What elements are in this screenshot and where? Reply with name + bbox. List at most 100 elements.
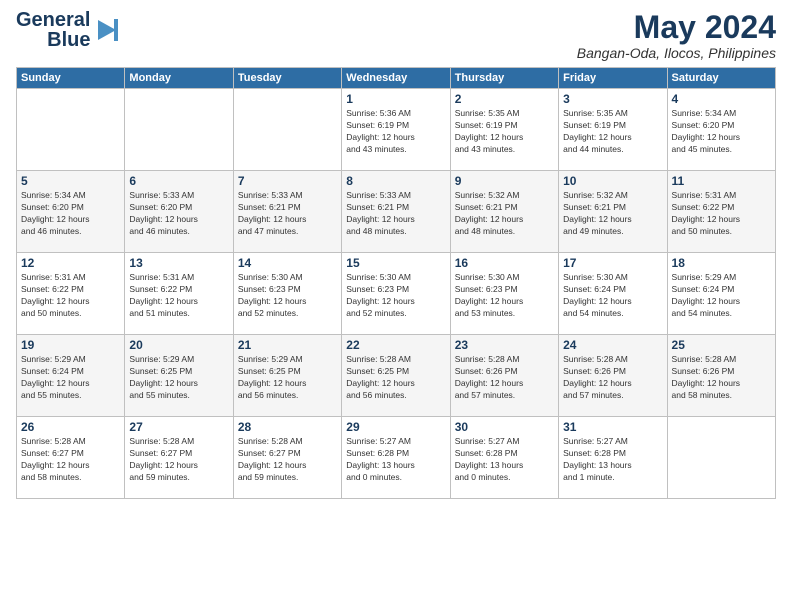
day-info: Sunrise: 5:27 AMSunset: 6:28 PMDaylight:… (346, 436, 445, 484)
day-number: 29 (346, 420, 445, 434)
day-info: Sunrise: 5:28 AMSunset: 6:27 PMDaylight:… (129, 436, 228, 484)
calendar-week-5: 26 Sunrise: 5:28 AMSunset: 6:27 PMDayligh… (17, 417, 776, 499)
logo-icon (92, 16, 120, 44)
calendar-cell: 10 Sunrise: 5:32 AMSunset: 6:21 PMDayligh… (559, 171, 667, 253)
location: Bangan-Oda, Ilocos, Philippines (577, 45, 776, 61)
logo-text-general: General (16, 10, 90, 30)
calendar-cell: 4 Sunrise: 5:34 AMSunset: 6:20 PMDaylight… (667, 89, 775, 171)
calendar-cell: 3Sunrise: 5:35 AMSunset: 6:19 PMDaylight… (559, 89, 667, 171)
logo-text-blue: Blue (47, 30, 90, 50)
calendar-cell (17, 89, 125, 171)
day-number: 10 (563, 174, 662, 188)
col-thursday: Thursday (450, 68, 558, 89)
calendar-page: General Blue May 2024 Bangan-Oda, Ilocos… (0, 0, 792, 509)
day-info: Sunrise: 5:28 AMSunset: 6:25 PMDaylight:… (346, 354, 445, 402)
day-info: Sunrise: 5:27 AMSunset: 6:28 PMDaylight:… (455, 436, 554, 484)
calendar-cell: 15 Sunrise: 5:30 AMSunset: 6:23 PMDayligh… (342, 253, 450, 335)
col-friday: Friday (559, 68, 667, 89)
day-info: Sunrise: 5:28 AMSunset: 6:26 PMDaylight:… (455, 354, 554, 402)
calendar-table: Sunday Monday Tuesday Wednesday Thursday… (16, 67, 776, 499)
col-sunday: Sunday (17, 68, 125, 89)
calendar-cell: 20 Sunrise: 5:29 AMSunset: 6:25 PMDayligh… (125, 335, 233, 417)
calendar-header-row: Sunday Monday Tuesday Wednesday Thursday… (17, 68, 776, 89)
day-info: Sunrise: 5:29 AMSunset: 6:24 PMDaylight:… (21, 354, 120, 402)
calendar-cell: 21Sunrise: 5:29 AMSunset: 6:25 PMDayligh… (233, 335, 341, 417)
day-info: Sunrise: 5:30 AMSunset: 6:23 PMDaylight:… (455, 272, 554, 320)
day-number: 8 (346, 174, 445, 188)
day-number: 17 (563, 256, 662, 270)
day-number: 5 (21, 174, 120, 188)
day-number: 20 (129, 338, 228, 352)
day-number: 1 (346, 92, 445, 106)
title-block: May 2024 Bangan-Oda, Ilocos, Philippines (577, 10, 776, 61)
calendar-cell: 9 Sunrise: 5:32 AMSunset: 6:21 PMDaylight… (450, 171, 558, 253)
day-number: 9 (455, 174, 554, 188)
calendar-cell (125, 89, 233, 171)
calendar-cell: 1 Sunrise: 5:36 AMSunset: 6:19 PMDaylight… (342, 89, 450, 171)
day-info: Sunrise: 5:34 AMSunset: 6:20 PMDaylight:… (672, 108, 771, 156)
month-title: May 2024 (577, 10, 776, 45)
day-number: 2 (455, 92, 554, 106)
calendar-cell: 5 Sunrise: 5:34 AMSunset: 6:20 PMDaylight… (17, 171, 125, 253)
day-number: 31 (563, 420, 662, 434)
day-number: 19 (21, 338, 120, 352)
day-info: Sunrise: 5:30 AMSunset: 6:24 PMDaylight:… (563, 272, 662, 320)
calendar-cell: 11Sunrise: 5:31 AMSunset: 6:22 PMDayligh… (667, 171, 775, 253)
calendar-cell: 24 Sunrise: 5:28 AMSunset: 6:26 PMDayligh… (559, 335, 667, 417)
day-number: 15 (346, 256, 445, 270)
day-info: Sunrise: 5:30 AMSunset: 6:23 PMDaylight:… (238, 272, 337, 320)
calendar-cell: 29 Sunrise: 5:27 AMSunset: 6:28 PMDayligh… (342, 417, 450, 499)
calendar-cell: 28Sunrise: 5:28 AMSunset: 6:27 PMDayligh… (233, 417, 341, 499)
day-number: 27 (129, 420, 228, 434)
calendar-week-1: 1 Sunrise: 5:36 AMSunset: 6:19 PMDaylight… (17, 89, 776, 171)
calendar-cell: 12Sunrise: 5:31 AMSunset: 6:22 PMDayligh… (17, 253, 125, 335)
day-info: Sunrise: 5:28 AMSunset: 6:26 PMDaylight:… (672, 354, 771, 402)
day-number: 18 (672, 256, 771, 270)
calendar-cell: 31Sunrise: 5:27 AMSunset: 6:28 PMDayligh… (559, 417, 667, 499)
day-info: Sunrise: 5:32 AMSunset: 6:21 PMDaylight:… (563, 190, 662, 238)
day-info: Sunrise: 5:31 AMSunset: 6:22 PMDaylight:… (129, 272, 228, 320)
day-number: 25 (672, 338, 771, 352)
day-number: 11 (672, 174, 771, 188)
day-info: Sunrise: 5:33 AMSunset: 6:21 PMDaylight:… (346, 190, 445, 238)
calendar-cell: 18 Sunrise: 5:29 AMSunset: 6:24 PMDayligh… (667, 253, 775, 335)
day-number: 22 (346, 338, 445, 352)
day-info: Sunrise: 5:29 AMSunset: 6:25 PMDaylight:… (129, 354, 228, 402)
day-number: 24 (563, 338, 662, 352)
day-info: Sunrise: 5:30 AMSunset: 6:23 PMDaylight:… (346, 272, 445, 320)
col-tuesday: Tuesday (233, 68, 341, 89)
day-info: Sunrise: 5:29 AMSunset: 6:24 PMDaylight:… (672, 272, 771, 320)
calendar-cell: 13 Sunrise: 5:31 AMSunset: 6:22 PMDayligh… (125, 253, 233, 335)
calendar-week-2: 5 Sunrise: 5:34 AMSunset: 6:20 PMDaylight… (17, 171, 776, 253)
day-number: 30 (455, 420, 554, 434)
calendar-cell: 2 Sunrise: 5:35 AMSunset: 6:19 PMDaylight… (450, 89, 558, 171)
day-info: Sunrise: 5:31 AMSunset: 6:22 PMDaylight:… (21, 272, 120, 320)
calendar-cell: 6Sunrise: 5:33 AMSunset: 6:20 PMDaylight… (125, 171, 233, 253)
day-number: 4 (672, 92, 771, 106)
day-info: Sunrise: 5:35 AMSunset: 6:19 PMDaylight:… (455, 108, 554, 156)
day-info: Sunrise: 5:28 AMSunset: 6:27 PMDaylight:… (21, 436, 120, 484)
day-number: 13 (129, 256, 228, 270)
calendar-cell: 25 Sunrise: 5:28 AMSunset: 6:26 PMDayligh… (667, 335, 775, 417)
calendar-cell: 30 Sunrise: 5:27 AMSunset: 6:28 PMDayligh… (450, 417, 558, 499)
day-info: Sunrise: 5:36 AMSunset: 6:19 PMDaylight:… (346, 108, 445, 156)
day-number: 16 (455, 256, 554, 270)
day-info: Sunrise: 5:34 AMSunset: 6:20 PMDaylight:… (21, 190, 120, 238)
calendar-cell: 27 Sunrise: 5:28 AMSunset: 6:27 PMDayligh… (125, 417, 233, 499)
calendar-cell (233, 89, 341, 171)
day-info: Sunrise: 5:35 AMSunset: 6:19 PMDaylight:… (563, 108, 662, 156)
day-info: Sunrise: 5:33 AMSunset: 6:20 PMDaylight:… (129, 190, 228, 238)
calendar-cell: 19 Sunrise: 5:29 AMSunset: 6:24 PMDayligh… (17, 335, 125, 417)
day-number: 23 (455, 338, 554, 352)
calendar-cell: 16 Sunrise: 5:30 AMSunset: 6:23 PMDayligh… (450, 253, 558, 335)
calendar-cell: 7Sunrise: 5:33 AMSunset: 6:21 PMDaylight… (233, 171, 341, 253)
calendar-cell: 26 Sunrise: 5:28 AMSunset: 6:27 PMDayligh… (17, 417, 125, 499)
calendar-cell: 22 Sunrise: 5:28 AMSunset: 6:25 PMDayligh… (342, 335, 450, 417)
day-info: Sunrise: 5:32 AMSunset: 6:21 PMDaylight:… (455, 190, 554, 238)
calendar-cell: 23 Sunrise: 5:28 AMSunset: 6:26 PMDayligh… (450, 335, 558, 417)
day-info: Sunrise: 5:28 AMSunset: 6:26 PMDaylight:… (563, 354, 662, 402)
day-info: Sunrise: 5:28 AMSunset: 6:27 PMDaylight:… (238, 436, 337, 484)
day-number: 7 (238, 174, 337, 188)
day-number: 21 (238, 338, 337, 352)
day-number: 26 (21, 420, 120, 434)
